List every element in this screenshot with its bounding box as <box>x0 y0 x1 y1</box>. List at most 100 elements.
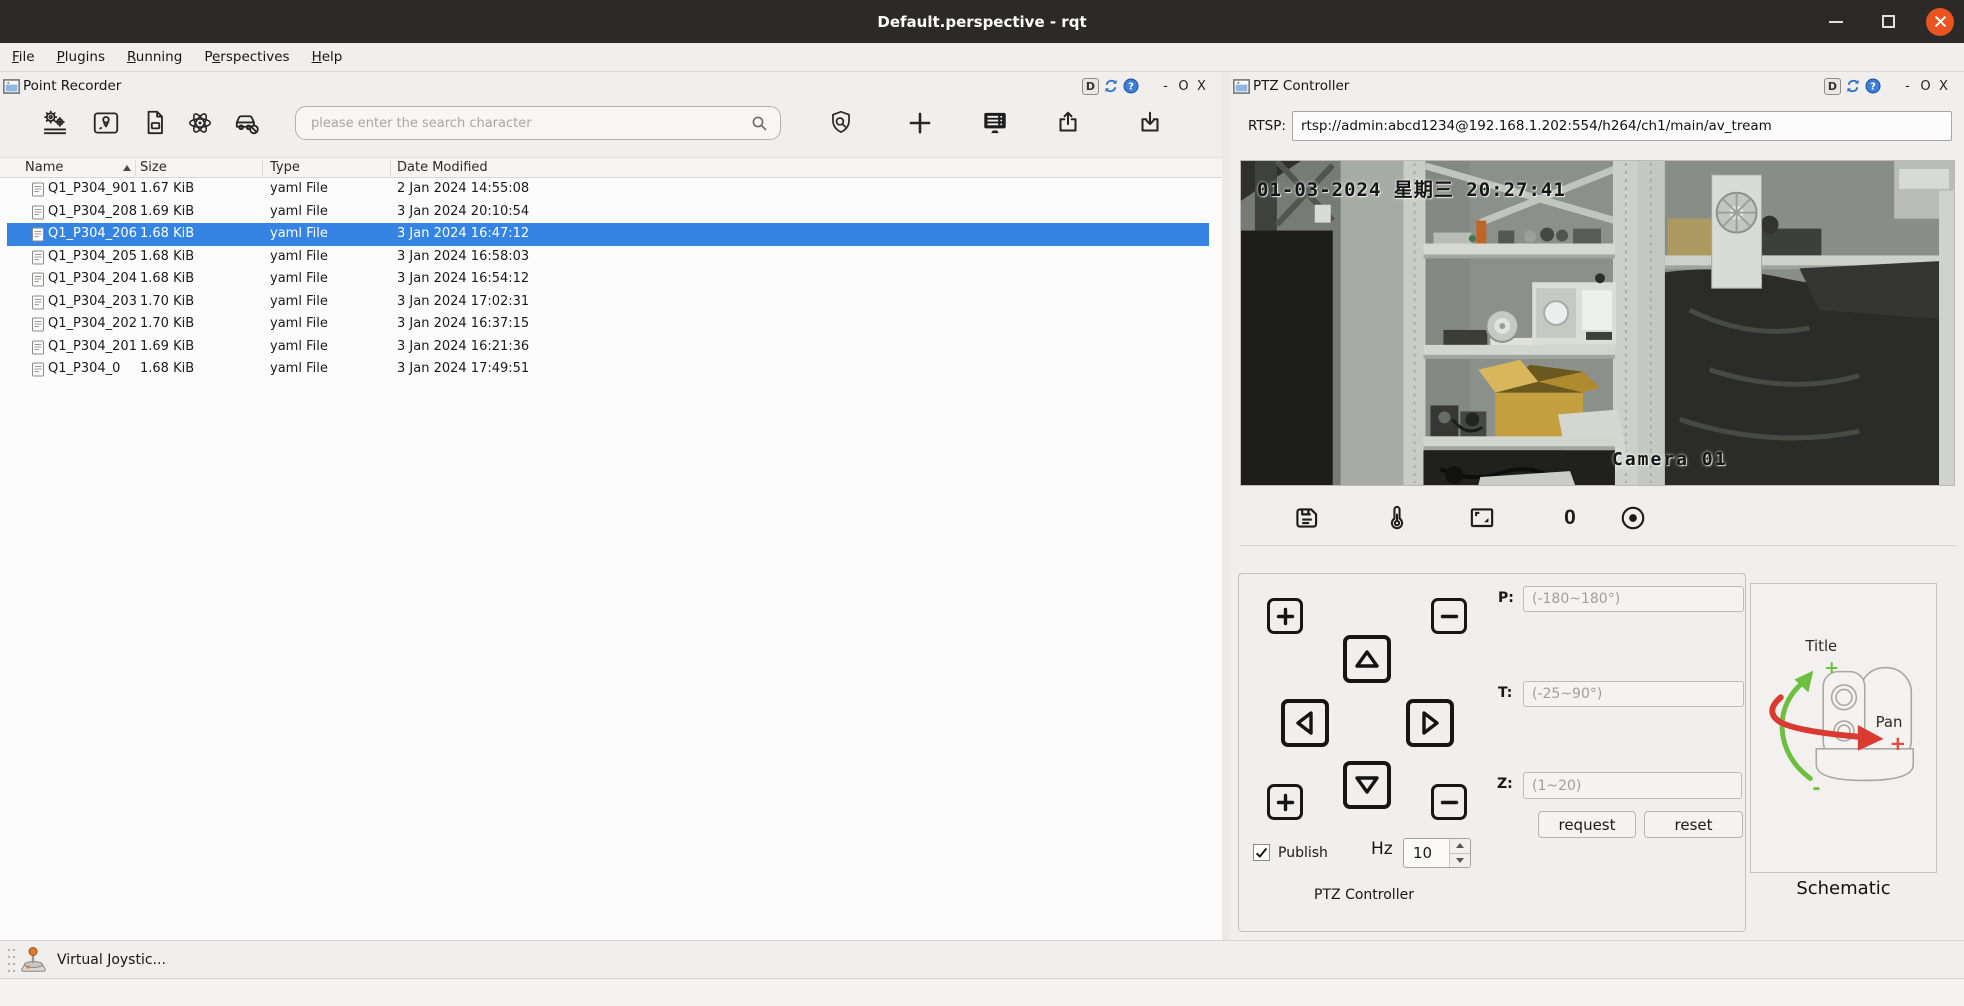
spin-up-button[interactable] <box>1450 839 1470 853</box>
pan-input[interactable] <box>1523 586 1744 612</box>
menu-perspectives[interactable]: Perspectives <box>204 45 300 69</box>
row-type: yaml File <box>270 293 328 309</box>
minus-icon <box>1440 800 1458 804</box>
publish-label: Publish <box>1278 845 1328 861</box>
dock-detach-button[interactable]: D <box>1824 77 1841 95</box>
minimize-button[interactable] <box>1822 8 1850 36</box>
dock-help-icon[interactable]: ? <box>1122 78 1139 95</box>
row-modified: 3 Jan 2024 16:21:36 <box>397 338 530 354</box>
table-row[interactable]: Q1_P304_204 1.68 KiB yaml File 3 Jan 2024 1… <box>7 268 1209 291</box>
dock-reload-icon[interactable] <box>1844 78 1861 95</box>
vehicle-disable-button[interactable] <box>230 106 264 140</box>
table-row[interactable]: Q1_P304_202 1.70 KiB yaml File 3 Jan 2024 1… <box>7 313 1209 336</box>
table-row[interactable]: Q1_P304_0 1.68 KiB yaml File 3 Jan 2024 17:… <box>7 358 1209 381</box>
record-settings-button[interactable] <box>38 106 72 140</box>
yaml-file-icon <box>32 317 44 336</box>
zoom-field-label: Z: <box>1497 776 1513 792</box>
statusbar: Virtual Joystic... <box>0 940 1964 978</box>
menu-file[interactable]: File <box>12 45 46 69</box>
add-button[interactable] <box>903 106 937 140</box>
rtsp-input[interactable] <box>1292 111 1952 141</box>
menu-help[interactable]: Help <box>312 45 354 69</box>
save-button[interactable] <box>1289 500 1325 536</box>
table-row[interactable]: Q1_P304_201 1.69 KiB yaml File 3 Jan 2024 1… <box>7 336 1209 359</box>
row-modified: 3 Jan 2024 16:37:15 <box>397 316 530 331</box>
waypoint-map-button[interactable] <box>89 106 123 140</box>
column-header-modified[interactable]: Date Modified <box>397 160 488 175</box>
row-name: Q1_P304_201 <box>48 338 137 354</box>
zoom-out-button[interactable] <box>1431 598 1467 634</box>
menu-running[interactable]: Running <box>127 45 193 69</box>
table-row[interactable]: Q1_P304_901 1.67 KiB yaml File 2 Jan 2024 1… <box>7 178 1209 201</box>
column-header-name[interactable]: Name <box>25 160 63 175</box>
table-row[interactable]: Q1_P304_205 1.68 KiB yaml File 3 Jan 2024 1… <box>7 246 1209 269</box>
request-button[interactable]: request <box>1538 811 1636 838</box>
pan-right-button[interactable] <box>1406 699 1454 747</box>
zoom-in-button[interactable] <box>1267 598 1303 634</box>
column-header-type[interactable]: Type <box>270 160 300 175</box>
zoom-count: 0 <box>1564 506 1576 529</box>
yaml-file-button[interactable] <box>138 106 172 140</box>
reset-button[interactable]: reset <box>1644 811 1743 838</box>
ptz-titlebar[interactable]: PTZ Controller D ? - O X <box>1230 72 1964 100</box>
tilt-down-button[interactable] <box>1343 761 1391 809</box>
dock-splitter[interactable] <box>1222 72 1230 940</box>
record-button[interactable] <box>1615 500 1651 536</box>
focus-out-button[interactable] <box>1431 784 1467 820</box>
check-icon <box>1255 847 1268 858</box>
table-row[interactable]: Q1_P304_206 1.68 KiB yaml File 3 Jan 2024 1… <box>7 223 1209 246</box>
spin-down-button[interactable] <box>1450 852 1470 867</box>
snapshot-button[interactable] <box>1464 500 1500 536</box>
list-display-button[interactable] <box>978 106 1012 140</box>
arrow-up-icon <box>1355 650 1379 668</box>
pan-left-button[interactable] <box>1281 699 1329 747</box>
dock-minimize-button[interactable]: - <box>1158 79 1173 94</box>
row-name: Q1_P304_205 <box>48 248 137 264</box>
tilt-up-button[interactable] <box>1343 635 1391 683</box>
window-title: Default.perspective - rqt <box>877 12 1087 31</box>
row-size: 1.68 KiB <box>140 248 195 264</box>
maximize-button[interactable] <box>1874 8 1902 36</box>
export-button[interactable] <box>1051 106 1085 140</box>
menu-plugins[interactable]: Plugins <box>57 45 116 69</box>
dock-restore-button[interactable]: O <box>1918 79 1933 94</box>
yaml-file-icon <box>32 250 44 269</box>
dock-reload-icon[interactable] <box>1102 78 1119 95</box>
import-button[interactable] <box>1133 106 1167 140</box>
hz-value[interactable]: 10 <box>1404 839 1449 867</box>
dock-help-icon[interactable]: ? <box>1864 78 1881 95</box>
search-field <box>295 106 781 140</box>
dock-close-button[interactable]: X <box>1936 79 1951 94</box>
publish-checkbox[interactable] <box>1253 844 1270 861</box>
focus-in-button[interactable] <box>1267 784 1303 820</box>
main-area: Point Recorder D ? - O X please enter th… <box>0 72 1964 940</box>
dock-detach-button[interactable]: D <box>1082 77 1099 95</box>
table-row[interactable]: Q1_P304_203 1.70 KiB yaml File 3 Jan 2024 1… <box>7 291 1209 314</box>
zoom-count-button[interactable]: 0 <box>1552 500 1588 536</box>
dock-close-button[interactable]: X <box>1194 79 1209 94</box>
tilt-input[interactable] <box>1523 681 1744 707</box>
row-size: 1.68 KiB <box>140 271 195 286</box>
row-name: Q1_P304_206 <box>48 226 137 241</box>
close-icon <box>1934 16 1946 27</box>
drag-handle-icon[interactable] <box>5 946 19 974</box>
upload-icon <box>1059 111 1077 132</box>
shield-search-icon <box>832 110 850 133</box>
dock-minimize-button[interactable]: - <box>1900 79 1915 94</box>
column-header-size[interactable]: Size <box>140 160 167 175</box>
row-name: Q1_P304_204 <box>48 271 137 286</box>
vehicle-disable-icon <box>235 115 259 135</box>
dock-restore-button[interactable]: O <box>1176 79 1191 94</box>
point-recorder-titlebar[interactable]: Point Recorder D ? - O X <box>0 72 1222 100</box>
temperature-button[interactable] <box>1379 500 1415 536</box>
minimized-dock-virtual-joystick[interactable]: Virtual Joystic... <box>18 944 166 976</box>
row-modified: 3 Jan 2024 16:58:03 <box>397 248 530 264</box>
hz-spinbox[interactable]: 10 <box>1403 838 1471 868</box>
search-input[interactable] <box>295 106 781 140</box>
zoom-input[interactable] <box>1523 772 1742 799</box>
table-row[interactable]: Q1_P304_208 1.69 KiB yaml File 3 Jan 2024 2… <box>7 201 1209 224</box>
dock-widget-icon <box>3 78 20 94</box>
close-button[interactable] <box>1926 7 1954 36</box>
shield-search-button[interactable] <box>824 106 858 140</box>
frames-atom-button[interactable] <box>183 106 217 140</box>
